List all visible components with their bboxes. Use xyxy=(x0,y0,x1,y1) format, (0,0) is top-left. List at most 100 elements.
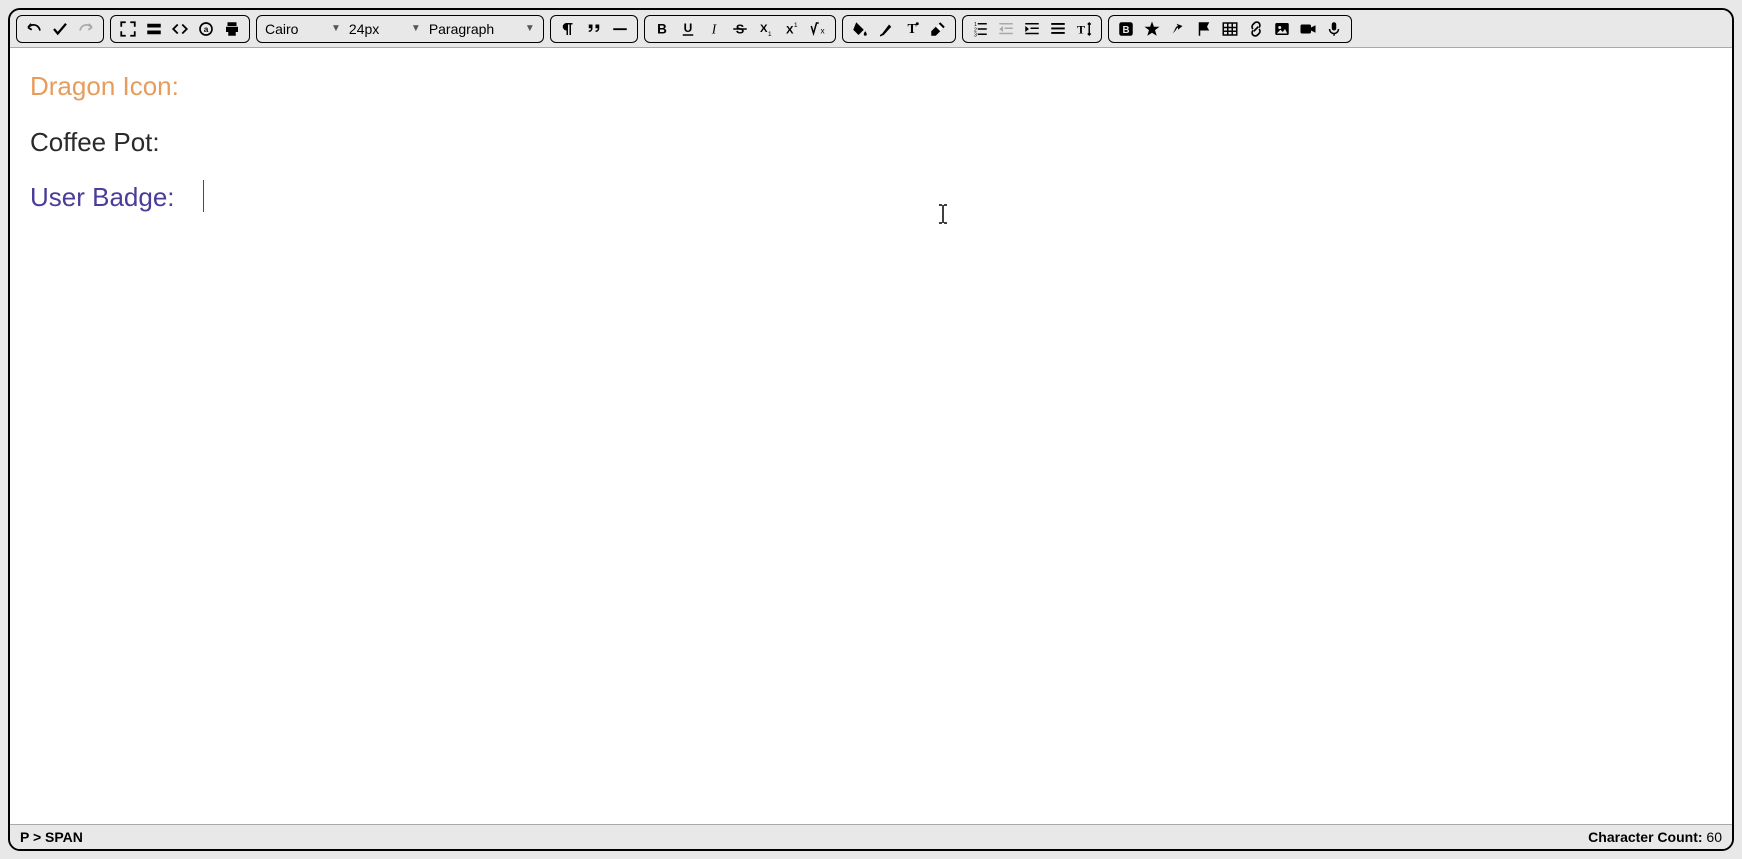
subscript-button[interactable]: X1 xyxy=(753,17,779,41)
print-button[interactable] xyxy=(219,17,245,41)
quote-icon xyxy=(585,20,603,38)
apply-button[interactable] xyxy=(47,17,73,41)
svg-text:1: 1 xyxy=(794,21,798,28)
font-family-select[interactable]: Cairo xyxy=(261,21,329,37)
source-icon xyxy=(171,20,189,38)
chevron-down-icon: ▼ xyxy=(525,23,535,34)
svg-text:T: T xyxy=(907,20,916,35)
toolbar: a Cairo ▼ 24px ▼ Paragraph xyxy=(10,10,1732,48)
undo-icon xyxy=(25,20,43,38)
svg-text:3: 3 xyxy=(974,32,977,38)
font-group: Cairo ▼ 24px ▼ Paragraph ▼ xyxy=(256,15,544,43)
redo-icon xyxy=(77,20,95,38)
star-icon xyxy=(1143,20,1161,38)
video-button[interactable] xyxy=(1295,17,1321,41)
highlight-button[interactable] xyxy=(873,17,899,41)
indent-increase-button[interactable] xyxy=(1019,17,1045,41)
editor-container: a Cairo ▼ 24px ▼ Paragraph xyxy=(8,8,1734,851)
char-count-value: 60 xyxy=(1706,829,1722,845)
status-bar: P > SPAN Character Count: 60 xyxy=(10,824,1732,849)
quote-button[interactable] xyxy=(581,17,607,41)
mic-button[interactable] xyxy=(1321,17,1347,41)
lineheight-button[interactable]: T xyxy=(1071,17,1097,41)
eraser-icon xyxy=(929,20,947,38)
underline-button[interactable]: U xyxy=(675,17,701,41)
table-button[interactable] xyxy=(1217,17,1243,41)
hr-button[interactable] xyxy=(607,17,633,41)
content-text-3: User Badge: xyxy=(30,182,175,212)
mic-icon xyxy=(1325,20,1343,38)
formula-icon: x xyxy=(809,20,827,38)
content-line-2[interactable]: Coffee Pot: xyxy=(30,122,1712,164)
indent-decrease-button[interactable] xyxy=(993,17,1019,41)
textcolor-button[interactable]: T xyxy=(899,17,925,41)
italic-icon: I xyxy=(705,20,723,38)
lineheight-icon: T xyxy=(1075,20,1093,38)
svg-text:X: X xyxy=(786,24,794,36)
hr-icon xyxy=(611,20,629,38)
svg-text:a: a xyxy=(204,25,209,34)
char-count-label: Character Count: xyxy=(1588,829,1702,845)
subscript-icon: X1 xyxy=(757,20,775,38)
blocks-button[interactable] xyxy=(141,17,167,41)
highlight-icon xyxy=(877,20,895,38)
eraser-button[interactable] xyxy=(925,17,951,41)
italic-button[interactable]: I xyxy=(701,17,727,41)
formula-button[interactable]: x xyxy=(805,17,831,41)
ol-icon: 123 xyxy=(971,20,989,38)
undo-button[interactable] xyxy=(21,17,47,41)
svg-text:x: x xyxy=(820,26,825,35)
color-group: T xyxy=(842,15,956,43)
block-format-select[interactable]: Paragraph xyxy=(425,21,523,37)
font-size-select[interactable]: 24px xyxy=(345,21,409,37)
transform-button[interactable] xyxy=(1165,17,1191,41)
indent-dec-icon xyxy=(997,20,1015,38)
toolbar-icon xyxy=(145,20,163,38)
content-line-1[interactable]: Dragon Icon: xyxy=(30,66,1712,108)
svg-text:1: 1 xyxy=(768,30,772,37)
bold-button[interactable]: B xyxy=(649,17,675,41)
chevron-down-icon: ▼ xyxy=(411,23,421,34)
fullscreen-icon xyxy=(119,20,137,38)
fillcolor-button[interactable] xyxy=(847,17,873,41)
align-button[interactable] xyxy=(1045,17,1071,41)
fullscreen-button[interactable] xyxy=(115,17,141,41)
image-button[interactable] xyxy=(1269,17,1295,41)
paragraph-group xyxy=(550,15,638,43)
star-button[interactable] xyxy=(1139,17,1165,41)
element-path[interactable]: P > SPAN xyxy=(20,829,83,845)
underline-icon: U xyxy=(679,20,697,38)
view-group: a xyxy=(110,15,250,43)
content-line-3[interactable]: User Badge: xyxy=(30,177,1712,219)
superscript-button[interactable]: X1 xyxy=(779,17,805,41)
history-group xyxy=(16,15,104,43)
link-button[interactable] xyxy=(1243,17,1269,41)
strike-button[interactable]: S xyxy=(727,17,753,41)
svg-text:T: T xyxy=(1077,22,1085,36)
superscript-icon: X1 xyxy=(783,20,801,38)
indent-inc-icon xyxy=(1023,20,1041,38)
flag-icon xyxy=(1195,20,1213,38)
textcolor-icon: T xyxy=(903,20,921,38)
svg-text:I: I xyxy=(710,21,717,36)
svg-text:U: U xyxy=(683,21,692,35)
flag-button[interactable] xyxy=(1191,17,1217,41)
transform-icon xyxy=(1169,20,1187,38)
char-count: Character Count: 60 xyxy=(1588,829,1722,845)
link-icon xyxy=(1247,20,1265,38)
preview-icon: a xyxy=(197,20,215,38)
component-button[interactable]: B xyxy=(1113,17,1139,41)
paragraph-button[interactable] xyxy=(555,17,581,41)
insert-group: B xyxy=(1108,15,1352,43)
redo-button[interactable] xyxy=(73,17,99,41)
video-icon xyxy=(1299,20,1317,38)
preview-button[interactable]: a xyxy=(193,17,219,41)
ordered-list-button[interactable]: 123 xyxy=(967,17,993,41)
table-icon xyxy=(1221,20,1239,38)
source-button[interactable] xyxy=(167,17,193,41)
image-icon xyxy=(1273,20,1291,38)
editor-content[interactable]: Dragon Icon: Coffee Pot: User Badge: xyxy=(10,48,1732,824)
text-caret xyxy=(203,180,204,212)
svg-text:X: X xyxy=(760,23,768,35)
svg-text:B: B xyxy=(1122,24,1129,35)
